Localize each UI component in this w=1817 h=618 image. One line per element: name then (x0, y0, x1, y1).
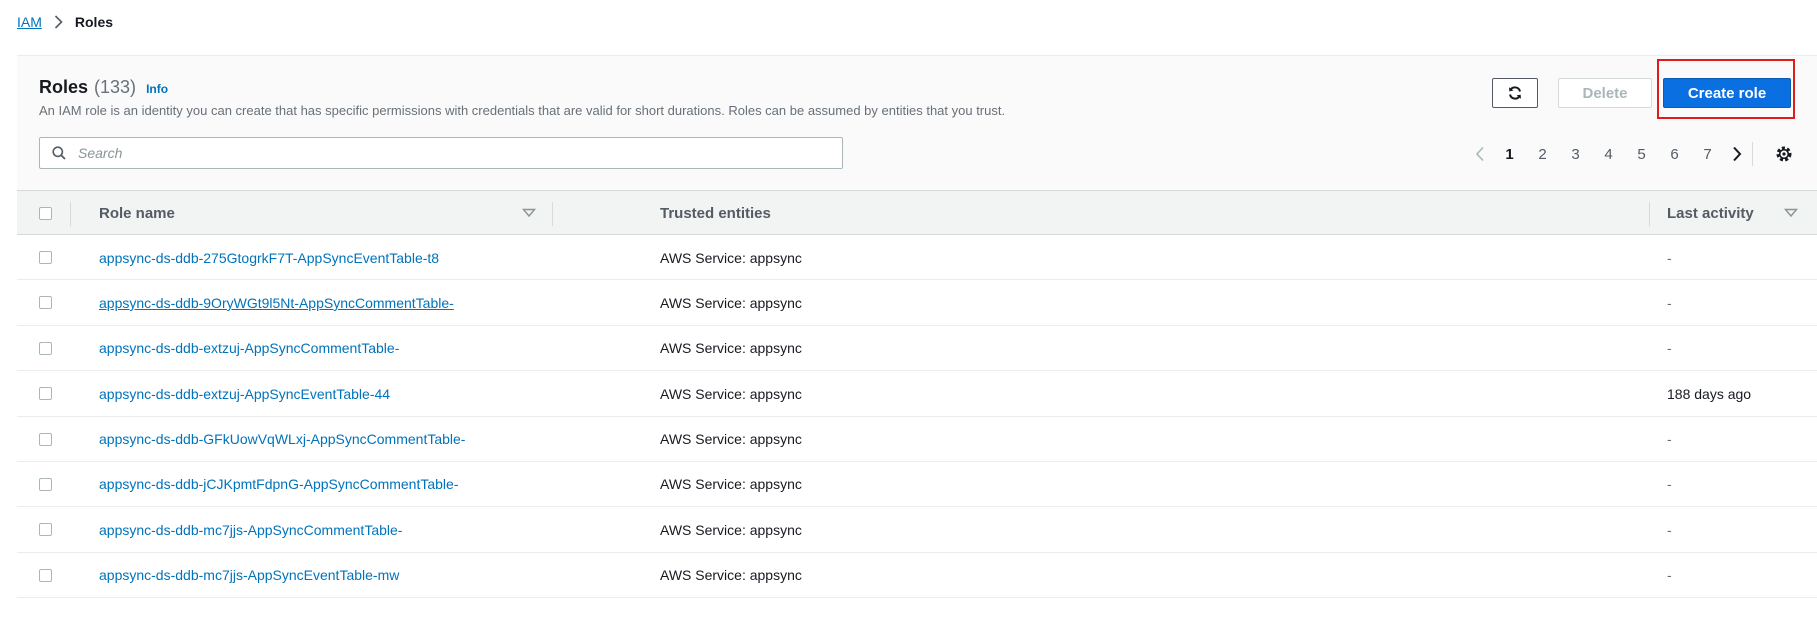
info-link[interactable]: Info (146, 82, 168, 96)
search-box (39, 137, 843, 169)
role-name-link[interactable]: appsync-ds-ddb-275GtogrkF7T-AppSyncEvent… (99, 235, 439, 280)
row-select-cell (39, 371, 52, 416)
create-role-highlight (1657, 59, 1795, 119)
row-checkbox[interactable] (39, 432, 52, 446)
roles-count: (133) (94, 77, 137, 97)
last-activity: - (1667, 294, 1672, 311)
role-name-link[interactable]: appsync-ds-ddb-jCJKpmtFdpnG-AppSyncComme… (99, 462, 458, 507)
row-select-cell (39, 417, 52, 462)
table-row: appsync-ds-ddb-GFkUowVqWLxj-AppSyncComme… (17, 417, 1817, 462)
breadcrumb: IAM Roles (17, 14, 113, 30)
trusted-entity: AWS Service: appsync (660, 385, 802, 402)
delete-button[interactable]: Delete (1558, 78, 1652, 108)
trusted-entity: AWS Service: appsync (660, 521, 802, 538)
previous-page-icon[interactable] (1467, 139, 1493, 169)
gear-icon[interactable] (1775, 145, 1793, 163)
row-checkbox[interactable] (39, 387, 52, 401)
trusted-entity: AWS Service: appsync (660, 476, 802, 493)
column-header-last-activity[interactable]: Last activity (1667, 191, 1754, 236)
page-5[interactable]: 5 (1625, 146, 1658, 163)
panel-header: Roles (133) Info An IAM role is an ident… (17, 56, 1817, 190)
last-activity: - (1667, 521, 1672, 538)
row-select-cell (39, 462, 52, 507)
table-row: appsync-ds-ddb-275GtogrkF7T-AppSyncEvent… (17, 235, 1817, 281)
refresh-button[interactable] (1492, 78, 1538, 108)
trusted-entity: AWS Service: appsync (660, 340, 802, 357)
pagination-divider (1752, 142, 1753, 166)
breadcrumb-link-iam[interactable]: IAM (17, 14, 42, 30)
page-description: An IAM role is an identity you can creat… (39, 103, 1006, 118)
table-row: appsync-ds-ddb-extzuj-AppSyncEventTable-… (17, 371, 1817, 417)
column-divider (552, 202, 553, 226)
column-header-trusted-entities[interactable]: Trusted entities (660, 191, 771, 236)
page-title: Roles (39, 77, 89, 97)
column-divider (1649, 202, 1650, 226)
page-6[interactable]: 6 (1658, 146, 1691, 163)
select-all-cell (39, 191, 52, 236)
last-activity: - (1667, 340, 1672, 357)
sort-down-icon[interactable] (1784, 206, 1798, 220)
row-checkbox[interactable] (39, 568, 52, 582)
row-select-cell (39, 280, 52, 325)
trusted-entity: AWS Service: appsync (660, 431, 802, 448)
role-name-link[interactable]: appsync-ds-ddb-extzuj-AppSyncEventTable-… (99, 371, 390, 416)
page-3[interactable]: 3 (1559, 146, 1592, 163)
chevron-right-icon (54, 15, 63, 29)
row-select-cell (39, 553, 52, 598)
trusted-entity: AWS Service: appsync (660, 294, 802, 311)
row-checkbox[interactable] (39, 251, 52, 264)
page-4[interactable]: 4 (1592, 146, 1625, 163)
row-select-cell (39, 507, 52, 552)
table-row: appsync-ds-ddb-mc7jjs-AppSyncEventTable-… (17, 553, 1817, 599)
title-row: Roles (133) Info (39, 77, 168, 98)
row-select-cell (39, 235, 52, 280)
table-row: appsync-ds-ddb-extzuj-AppSyncCommentTabl… (17, 326, 1817, 372)
roles-table-body: appsync-ds-ddb-275GtogrkF7T-AppSyncEvent… (17, 235, 1817, 599)
last-activity: - (1667, 431, 1672, 448)
last-activity: - (1667, 476, 1672, 493)
page-1[interactable]: 1 (1493, 146, 1526, 163)
search-input[interactable] (76, 138, 820, 168)
column-divider (70, 202, 71, 226)
breadcrumb-current: Roles (74, 14, 114, 30)
row-checkbox[interactable] (39, 341, 52, 355)
page-2[interactable]: 2 (1526, 146, 1559, 163)
next-page-icon[interactable] (1724, 139, 1750, 169)
roles-panel: Roles (133) Info An IAM role is an ident… (17, 55, 1817, 618)
last-activity: - (1667, 567, 1672, 584)
row-checkbox[interactable] (39, 477, 52, 491)
role-name-link[interactable]: appsync-ds-ddb-9OryWGt9l5Nt-AppSyncComme… (99, 280, 454, 325)
table-row: appsync-ds-ddb-mc7jjs-AppSyncCommentTabl… (17, 507, 1817, 553)
last-activity: - (1667, 249, 1672, 266)
table-row: appsync-ds-ddb-jCJKpmtFdpnG-AppSyncComme… (17, 462, 1817, 508)
role-name-link[interactable]: appsync-ds-ddb-extzuj-AppSyncCommentTabl… (99, 326, 399, 371)
sort-down-icon[interactable] (522, 206, 536, 220)
role-name-link[interactable]: appsync-ds-ddb-mc7jjs-AppSyncEventTable-… (99, 553, 399, 598)
refresh-icon (1507, 85, 1523, 101)
pagination: 1 2 3 4 5 6 7 (1467, 139, 1750, 169)
column-header-role-name[interactable]: Role name (99, 191, 175, 236)
row-checkbox[interactable] (39, 296, 52, 310)
row-select-cell (39, 326, 52, 371)
trusted-entity: AWS Service: appsync (660, 567, 802, 584)
row-checkbox[interactable] (39, 523, 52, 537)
role-name-link[interactable]: appsync-ds-ddb-GFkUowVqWLxj-AppSyncComme… (99, 417, 465, 462)
last-activity: 188 days ago (1667, 385, 1752, 402)
page-7[interactable]: 7 (1691, 146, 1724, 163)
select-all-checkbox[interactable] (39, 207, 52, 220)
table-header: Role name Trusted entities Last activity (17, 190, 1817, 235)
trusted-entity: AWS Service: appsync (660, 249, 802, 266)
search-icon (52, 146, 66, 160)
table-row: appsync-ds-ddb-9OryWGt9l5Nt-AppSyncComme… (17, 280, 1817, 326)
role-name-link[interactable]: appsync-ds-ddb-mc7jjs-AppSyncCommentTabl… (99, 507, 402, 552)
